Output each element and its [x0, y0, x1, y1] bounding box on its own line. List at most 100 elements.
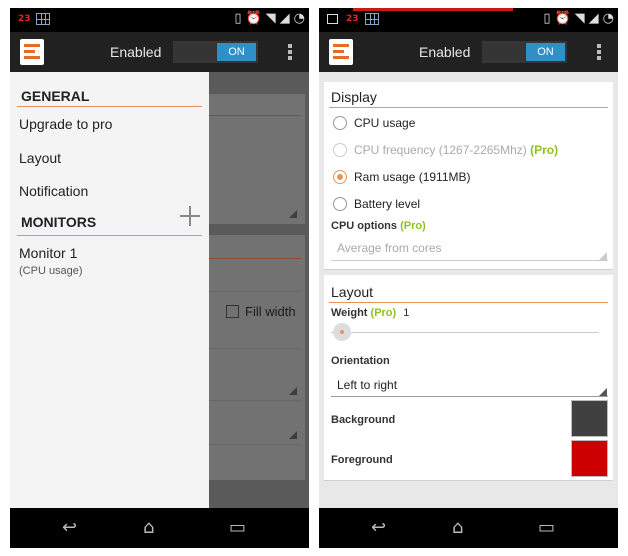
signal-icon: ◢	[588, 11, 599, 26]
progress-line	[353, 8, 513, 11]
alarm-icon: ⏰	[245, 11, 262, 26]
recents-icon[interactable]: ▭	[538, 516, 555, 540]
enabled-toggle[interactable]: ON	[173, 41, 258, 63]
app-logo-icon[interactable]	[20, 39, 44, 65]
bg-card	[195, 94, 305, 224]
weight-slider-thumb[interactable]	[333, 323, 351, 341]
overflow-menu-icon[interactable]	[597, 44, 601, 62]
fill-width-checkbox[interactable]	[226, 305, 239, 318]
orientation-spinner[interactable]: Left to right	[337, 378, 397, 392]
radio-label-ram-usage[interactable]: Ram usage (1911MB)	[354, 170, 471, 184]
toggle-on-label: ON	[526, 43, 565, 61]
navigation-bar: ↩ ⌂ ▭	[319, 508, 618, 548]
action-bar: Enabled ON	[10, 32, 309, 72]
weight-value: 1	[403, 307, 410, 319]
radio-cpu-usage[interactable]	[333, 116, 347, 130]
enabled-label: Enabled	[110, 44, 162, 60]
spinner-corner	[599, 388, 607, 396]
back-icon[interactable]: ↩	[62, 516, 77, 540]
bg-divider	[195, 115, 301, 116]
background-label: Background	[331, 414, 396, 426]
add-icon[interactable]	[180, 206, 200, 226]
radio-ram-usage[interactable]	[333, 170, 347, 184]
pro-badge: (Pro)	[400, 220, 426, 232]
drawer-item-upgrade[interactable]: Upgrade to pro	[19, 116, 112, 132]
cpu-options-spinner: Average from cores	[337, 241, 442, 255]
monitors-divider	[17, 235, 202, 236]
bg-divider	[195, 444, 301, 445]
layout-card: Layout Weight (Pro) 1 Orientation Left t…	[324, 275, 613, 481]
wifi-icon: ◥	[265, 11, 276, 26]
grid-icon	[365, 13, 379, 25]
monitor-item-name[interactable]: Monitor 1	[19, 245, 77, 261]
enabled-toggle[interactable]: ON	[482, 41, 567, 63]
display-title: Display	[331, 89, 377, 105]
weight-label: Weight (Pro) 1	[331, 307, 409, 319]
enabled-label: Enabled	[419, 44, 471, 60]
radio-label-cpu-frequency: CPU frequency (1267-2265Mhz) (Pro)	[354, 143, 558, 157]
overflow-menu-icon[interactable]	[288, 44, 292, 62]
image-icon	[327, 14, 338, 24]
radio-label-cpu-usage[interactable]: CPU usage	[354, 116, 415, 130]
right-screen: 23 ▯ ⏰ ◥ ◢ ◔ Enabled ON Display CPU usag…	[319, 8, 618, 548]
radio-label-battery-level[interactable]: Battery level	[354, 197, 420, 211]
status-icons: ▯ ⏰ ◥ ◢ ◔	[234, 10, 305, 28]
status-number: 23	[18, 14, 31, 24]
bg-divider	[195, 258, 301, 259]
display-card: Display CPU usage CPU frequency (1267-22…	[324, 82, 613, 270]
weight-text: Weight	[331, 307, 368, 319]
cpu-options-text: CPU options	[331, 220, 397, 232]
toggle-on-label: ON	[217, 43, 256, 61]
vibrate-icon: ▯	[234, 11, 242, 26]
background-color-swatch[interactable]	[571, 400, 608, 437]
fill-width-label: Fill width	[245, 304, 296, 319]
drawer-item-notification[interactable]: Notification	[19, 183, 88, 199]
display-divider	[329, 107, 608, 108]
general-divider	[17, 106, 202, 107]
grid-icon	[36, 13, 50, 25]
drawer-item-layout[interactable]: Layout	[19, 150, 61, 166]
radio-battery-level[interactable]	[333, 197, 347, 211]
foreground-color-swatch[interactable]	[571, 440, 608, 477]
orientation-label: Orientation	[331, 355, 390, 367]
foreground-label: Foreground	[331, 454, 393, 466]
bg-spinner-corner	[289, 431, 297, 439]
radio-cpu-frequency	[333, 143, 347, 157]
vibrate-icon: ▯	[543, 11, 551, 26]
cpu-options-label: CPU options (Pro)	[331, 220, 426, 232]
signal-icon: ◢	[279, 11, 290, 26]
bg-divider	[195, 400, 301, 401]
wifi-icon: ◥	[574, 11, 585, 26]
bg-spinner-corner	[289, 387, 297, 395]
home-icon[interactable]: ⌂	[452, 516, 463, 540]
bg-divider	[195, 348, 301, 349]
layout-title: Layout	[331, 284, 374, 300]
bg-divider	[195, 291, 301, 292]
app-logo-icon[interactable]	[329, 39, 353, 65]
spinner-underline	[331, 260, 608, 261]
pro-badge: (Pro)	[530, 143, 559, 157]
status-bar: 23 ▯ ⏰ ◥ ◢ ◔	[10, 8, 309, 32]
layout-divider	[329, 302, 608, 303]
status-bar: 23 ▯ ⏰ ◥ ◢ ◔	[319, 8, 618, 32]
weight-slider-track[interactable]	[331, 332, 599, 333]
spinner-corner	[599, 252, 607, 260]
battery-icon: ◔	[293, 11, 305, 26]
monitors-header: MONITORS	[21, 214, 97, 230]
status-icons: ▯ ⏰ ◥ ◢ ◔	[543, 10, 614, 28]
pro-badge: (Pro)	[370, 307, 397, 319]
cpu-frequency-text: CPU frequency (1267-2265Mhz)	[354, 143, 527, 157]
action-bar: Enabled ON	[319, 32, 618, 72]
status-number: 23	[346, 14, 359, 24]
home-icon[interactable]: ⌂	[143, 516, 154, 540]
alarm-icon: ⏰	[554, 11, 571, 26]
bg-spinner-corner	[289, 210, 297, 218]
general-header: GENERAL	[21, 88, 90, 104]
left-screen: 23 ▯ ⏰ ◥ ◢ ◔ Enabled ON Fill width GENER…	[10, 8, 309, 548]
navigation-bar: ↩ ⌂ ▭	[10, 508, 309, 548]
fill-width-option[interactable]: Fill width	[226, 304, 296, 319]
monitor-item-type: (CPU usage)	[19, 265, 83, 277]
battery-icon: ◔	[602, 11, 614, 26]
recents-icon[interactable]: ▭	[229, 516, 246, 540]
back-icon[interactable]: ↩	[371, 516, 386, 540]
